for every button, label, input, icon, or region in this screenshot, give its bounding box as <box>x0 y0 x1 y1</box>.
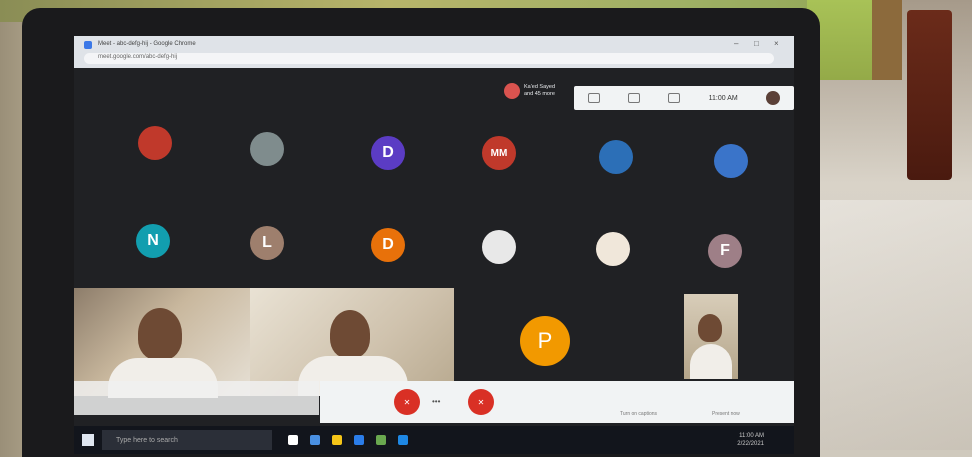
url-bar[interactable]: meet.google.com/abc-defg-hij <box>84 53 774 64</box>
presenter-text: Ka'ed Sayed and 45 more <box>524 84 574 98</box>
background-chair <box>907 10 952 180</box>
participant-tile[interactable] <box>596 232 630 266</box>
background-door <box>872 0 902 80</box>
captions-label[interactable]: Turn on captions <box>620 411 657 417</box>
browser-bar: Meet - abc-defg-hij - Google Chrome – □ … <box>74 36 794 68</box>
meeting-clock: 11:00 AM <box>708 94 738 102</box>
laptop-screen: Meet - abc-defg-hij - Google Chrome – □ … <box>74 36 794 454</box>
caption-overlay <box>74 381 319 415</box>
participant-tile[interactable] <box>138 126 172 160</box>
tab-title[interactable]: Meet - abc-defg-hij - Google Chrome <box>98 41 196 47</box>
store-icon[interactable] <box>354 435 364 445</box>
presenter-name: Ka'ed Sayed <box>524 84 556 90</box>
camera-off-button[interactable]: ✕ <box>468 389 494 415</box>
present-label[interactable]: Present now <box>712 411 740 417</box>
participant-tile[interactable]: F <box>708 234 742 268</box>
edge-icon[interactable] <box>310 435 320 445</box>
video-feed-participant-1[interactable] <box>74 288 250 398</box>
presenter-chip: Ka'ed Sayed and 45 more <box>504 80 574 102</box>
taskbar-date: 2/22/2021 <box>737 441 764 447</box>
person-head <box>330 310 370 358</box>
url-text: meet.google.com/abc-defg-hij <box>98 54 178 60</box>
maximize-icon[interactable]: □ <box>754 39 759 48</box>
chrome-icon[interactable] <box>376 435 386 445</box>
participant-tile[interactable]: L <box>250 226 284 260</box>
laptop-bezel: Meet - abc-defg-hij - Google Chrome – □ … <box>22 8 820 457</box>
windows-start-icon[interactable] <box>82 434 94 446</box>
participant-tile[interactable]: D <box>371 228 405 262</box>
video-feed-participant-2[interactable] <box>250 288 454 396</box>
mic-off-button[interactable]: ✕ <box>394 389 420 415</box>
app-icon[interactable] <box>398 435 408 445</box>
participant-tile[interactable] <box>599 140 633 174</box>
participant-tile[interactable]: N <box>136 224 170 258</box>
self-avatar[interactable] <box>765 91 780 105</box>
participant-tile[interactable]: D <box>371 136 405 170</box>
call-divider-icon: ••• <box>432 397 441 406</box>
person-head <box>138 308 182 360</box>
windows-taskbar: Type here to search 11:00 AM 2/22/2021 <box>74 426 794 454</box>
background-floor <box>812 200 972 450</box>
participant-tile[interactable] <box>250 132 284 166</box>
participant-tile[interactable] <box>482 230 516 264</box>
presenter-avatar <box>504 83 520 99</box>
taskbar-clock: 11:00 AM 2/22/2021 <box>737 432 764 448</box>
presenter-more: and 45 more <box>524 91 555 97</box>
participant-tile[interactable]: MM <box>482 136 516 170</box>
meeting-top-toolbar: 11:00 AM <box>574 86 794 110</box>
featured-initial: P <box>537 328 553 353</box>
meeting-control-bar: ✕ ••• ✕ Turn on captions Present now <box>320 381 794 423</box>
taskbar-search-input[interactable]: Type here to search <box>102 430 272 450</box>
self-video-preview[interactable] <box>684 294 738 379</box>
file-explorer-icon[interactable] <box>332 435 342 445</box>
chat-icon[interactable] <box>628 93 641 103</box>
minimize-icon[interactable]: – <box>734 39 738 48</box>
people-icon[interactable] <box>668 93 681 103</box>
person-body <box>690 344 732 379</box>
person-head <box>698 314 722 342</box>
close-icon[interactable]: × <box>774 39 779 48</box>
captions-icon[interactable] <box>588 93 601 103</box>
meet-favicon-icon <box>84 41 92 49</box>
featured-participant-avatar[interactable]: P <box>520 316 570 366</box>
task-view-icon[interactable] <box>288 435 298 445</box>
taskbar-time: 11:00 AM <box>739 433 764 439</box>
participant-tile[interactable] <box>714 144 748 178</box>
